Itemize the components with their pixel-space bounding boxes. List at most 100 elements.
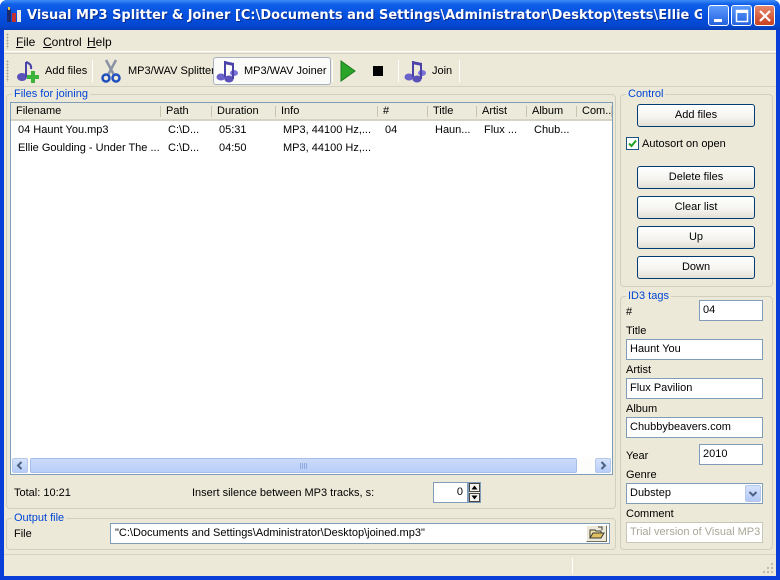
music-notes-icon xyxy=(216,61,238,83)
menu-file[interactable]: File xyxy=(16,35,35,49)
splitter-tool-button[interactable]: MP3/WAV Splitter xyxy=(98,57,215,85)
album-label: Album xyxy=(626,403,658,415)
scroll-right-button[interactable] xyxy=(595,458,611,473)
col-artist[interactable]: Artist xyxy=(477,103,527,119)
table-row[interactable]: Ellie Goulding - Under The ... C:\D... 0… xyxy=(11,140,612,157)
genre-select[interactable]: Dubstep xyxy=(626,483,763,504)
col-title[interactable]: Title xyxy=(428,103,477,119)
add-files-button[interactable]: Add files xyxy=(637,104,755,127)
year-input[interactable]: 2010 xyxy=(699,444,763,465)
cell-filename: Ellie Goulding - Under The ... xyxy=(18,142,160,154)
menu-file-rest: ile xyxy=(23,35,36,49)
toolbar-grip[interactable] xyxy=(6,60,9,82)
title-input[interactable]: Haunt You xyxy=(626,339,763,360)
total-duration: Total: 10:21 xyxy=(14,487,71,499)
cell-album xyxy=(527,140,577,157)
silence-input[interactable]: 0 xyxy=(433,482,468,503)
genre-dropdown-button[interactable] xyxy=(745,485,761,502)
app-window: Visual MP3 Splitter & Joiner [C:\Documen… xyxy=(0,0,780,580)
maximize-icon xyxy=(735,9,749,23)
maximize-button[interactable] xyxy=(731,5,752,26)
stop-button[interactable] xyxy=(371,57,385,85)
col-comment[interactable]: Com... xyxy=(577,103,612,119)
delete-files-button[interactable]: Delete files xyxy=(637,166,755,189)
resize-grip-icon[interactable] xyxy=(762,562,774,574)
col-filename[interactable]: Filename xyxy=(11,103,161,119)
down-button[interactable]: Down xyxy=(637,256,755,279)
up-button[interactable]: Up xyxy=(637,226,755,249)
splitter-tool-label: MP3/WAV Splitter xyxy=(128,65,215,77)
toolbar-separator xyxy=(332,60,333,82)
spinner-arrows-icon xyxy=(469,483,480,502)
cell-title: Haun... xyxy=(435,124,471,136)
music-notes-icon xyxy=(404,61,426,83)
toolbar-separator xyxy=(459,60,460,82)
toolbar-separator xyxy=(398,60,399,82)
menu-grip[interactable] xyxy=(6,33,9,49)
play-button[interactable] xyxy=(338,57,358,85)
comment-input[interactable]: Trial version of Visual MP3 S xyxy=(626,522,763,543)
table-row[interactable]: 04 Haunt You.mp3 C:\D... 05:31 MP3, 4410… xyxy=(11,122,612,139)
scroll-left-button[interactable] xyxy=(12,458,28,473)
join-tool-button[interactable]: Join xyxy=(402,57,452,85)
cell-track xyxy=(378,140,428,157)
stop-icon xyxy=(373,66,383,76)
scissors-icon xyxy=(101,59,121,83)
autosort-label[interactable]: Autosort on open xyxy=(642,138,726,150)
chevron-right-icon xyxy=(600,461,607,470)
horizontal-scrollbar[interactable] xyxy=(11,457,612,474)
chevron-down-icon xyxy=(748,491,758,497)
file-list[interactable]: Filename Path Duration Info # Title Arti… xyxy=(10,102,613,475)
col-info[interactable]: Info xyxy=(276,103,378,119)
cell-info: MP3, 44100 Hz,... xyxy=(283,124,372,136)
minimize-icon xyxy=(714,19,722,22)
minimize-button[interactable] xyxy=(708,5,729,26)
cell-artist: Flux ... xyxy=(484,124,518,136)
checkmark-icon xyxy=(628,139,637,148)
cell-duration: 05:31 xyxy=(219,124,247,136)
close-icon xyxy=(759,10,771,22)
add-files-tool-button[interactable]: Add files xyxy=(15,57,87,85)
joiner-tool-button[interactable]: MP3/WAV Joiner xyxy=(213,57,331,85)
col-track[interactable]: # xyxy=(378,103,428,119)
menu-help-rest: elp xyxy=(95,35,112,49)
col-path[interactable]: Path xyxy=(161,103,212,119)
track-input[interactable]: 04 xyxy=(699,300,763,321)
cell-track: 04 xyxy=(385,124,398,136)
title-bar[interactable]: Visual MP3 Splitter & Joiner [C:\Documen… xyxy=(0,0,780,30)
menu-help[interactable]: Help xyxy=(87,35,112,49)
comment-label: Comment xyxy=(626,508,674,520)
menu-bar: File Control Help xyxy=(4,30,776,52)
silence-spinner[interactable] xyxy=(468,482,481,503)
status-divider xyxy=(572,558,573,574)
output-file-input[interactable]: "C:\Documents and Settings\Administrator… xyxy=(110,523,610,544)
output-file-label: File xyxy=(14,528,32,540)
files-group-legend: Files for joining xyxy=(12,88,90,100)
artist-input[interactable]: Flux Pavilion xyxy=(626,378,763,399)
title-label: Title xyxy=(626,325,647,337)
menu-control[interactable]: Control xyxy=(43,35,82,49)
scroll-thumb[interactable] xyxy=(30,458,577,473)
client-area: File Control Help Add files MP3/WAV Spli… xyxy=(4,30,776,576)
close-button[interactable] xyxy=(754,5,775,26)
silence-label: Insert silence between MP3 tracks, s: xyxy=(192,487,375,499)
cell-title xyxy=(428,140,477,157)
grip-lines-icon xyxy=(300,463,307,469)
cell-album: Chub... xyxy=(534,124,570,136)
clear-list-button[interactable]: Clear list xyxy=(637,196,755,219)
cell-info: MP3, 44100 Hz,... xyxy=(283,142,372,154)
cell-duration: 04:50 xyxy=(219,142,247,154)
genre-value: Dubstep xyxy=(630,487,671,499)
col-album[interactable]: Album xyxy=(527,103,577,119)
autosort-checkbox[interactable] xyxy=(626,137,639,150)
browse-button[interactable] xyxy=(586,525,607,542)
genre-label: Genre xyxy=(626,469,657,481)
album-input[interactable]: Chubbybeavers.com xyxy=(626,417,763,438)
app-icon xyxy=(7,7,21,22)
toolbar: Add files MP3/WAV Splitter MP3/WAV Joine… xyxy=(4,53,776,87)
col-duration[interactable]: Duration xyxy=(212,103,276,119)
join-tool-label: Join xyxy=(432,65,453,77)
control-group-legend: Control xyxy=(626,88,666,100)
music-note-plus-icon xyxy=(17,61,39,83)
cell-filename: 04 Haunt You.mp3 xyxy=(18,124,109,136)
